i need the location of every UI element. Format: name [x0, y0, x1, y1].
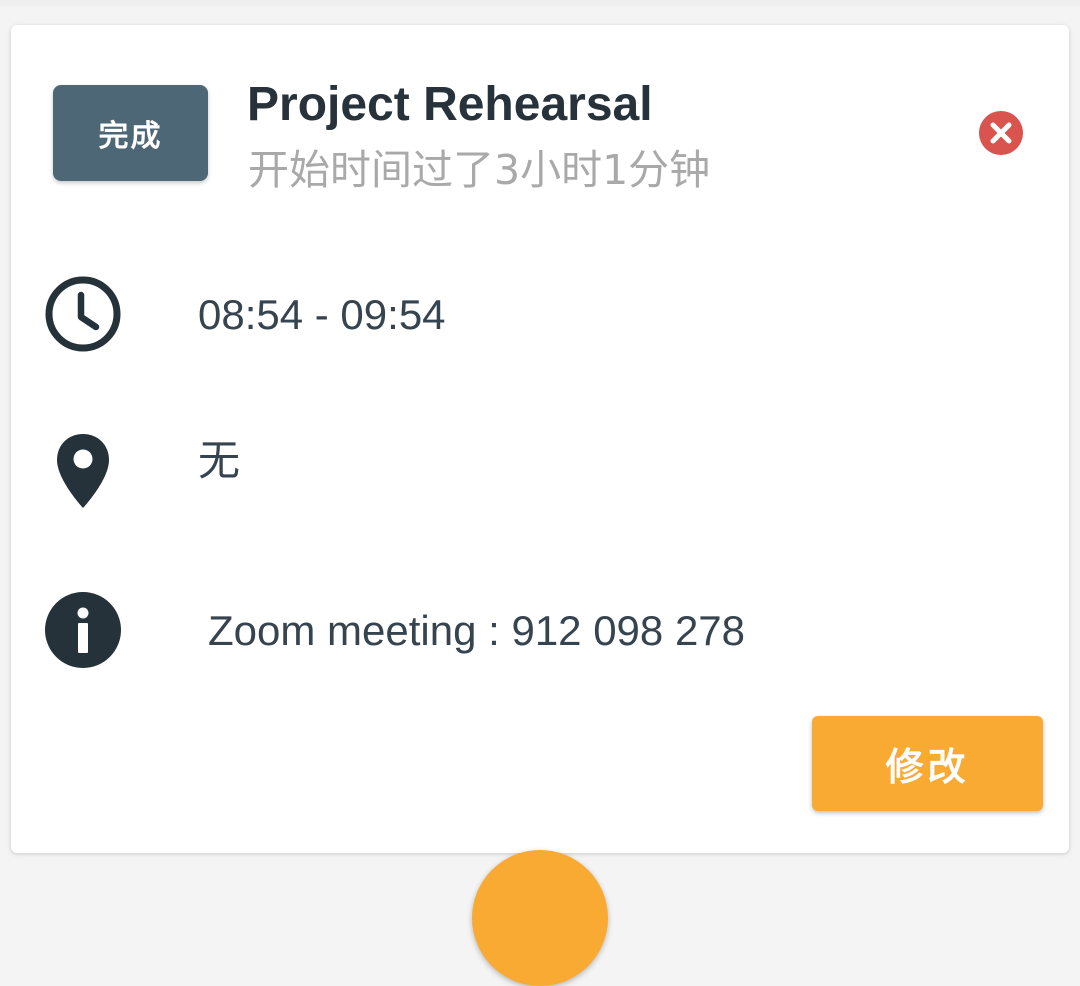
done-button[interactable]: 完成 — [53, 85, 208, 181]
time-range: 08:54 - 09:54 — [198, 291, 446, 338]
floating-action-button[interactable] — [472, 850, 608, 986]
event-notes: Zoom meeting : 912 098 278 — [208, 607, 746, 654]
event-title: Project Rehearsal — [247, 78, 653, 131]
clock-icon — [45, 276, 121, 352]
info-icon — [45, 592, 121, 668]
location-value: 无 — [198, 437, 241, 484]
event-time-elapsed: 开始时间过了3小时1分钟 — [248, 146, 711, 194]
map-pin-icon — [57, 434, 109, 508]
close-circle-icon[interactable] — [978, 110, 1024, 156]
edit-button[interactable]: 修改 — [812, 716, 1043, 811]
top-strip — [0, 0, 1080, 6]
